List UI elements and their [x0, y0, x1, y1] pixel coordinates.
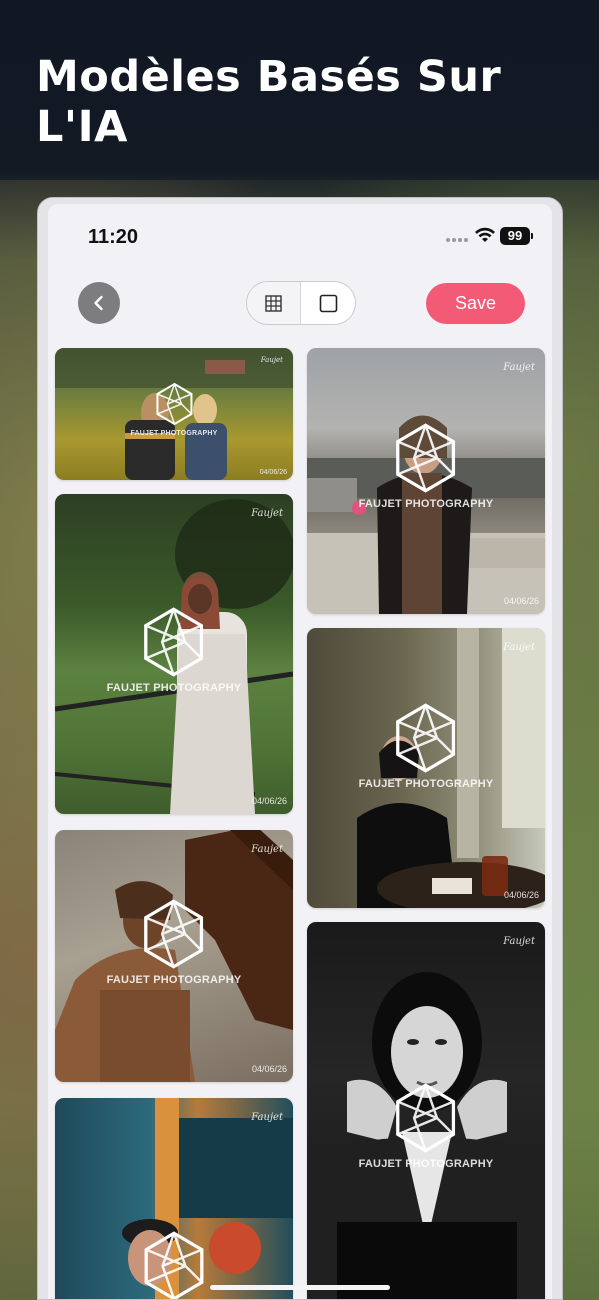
- watermark: FAUJET PHOTOGRAPHY: [107, 606, 242, 694]
- photo-date: 04/06/26: [259, 469, 287, 476]
- home-indicator[interactable]: [210, 1285, 390, 1290]
- page-headline: Modèles Basés Sur L'IA: [36, 52, 502, 152]
- photographer-signature: Faujet: [251, 1112, 283, 1123]
- watermark-text: FAUJET PHOTOGRAPHY: [358, 778, 494, 790]
- phone-screen: 11:20 99 Save FAUJET PHOTOGRAPHY Faujet …: [48, 204, 552, 1299]
- battery-nub: [531, 233, 533, 239]
- cellular-signal-icon: [446, 238, 468, 242]
- photographer-signature: Faujet: [251, 508, 283, 519]
- watermark: [141, 1230, 207, 1299]
- status-bar: 11:20 99: [48, 204, 552, 264]
- watermark: FAUJET PHOTOGRAPHY: [359, 1082, 494, 1170]
- watermark: FAUJET PHOTOGRAPHY: [107, 898, 242, 986]
- grid-icon: [265, 294, 282, 312]
- grid-view-button[interactable]: [247, 282, 302, 324]
- watermark: FAUJET PHOTOGRAPHY: [130, 382, 217, 437]
- photographer-signature: Faujet: [503, 362, 535, 373]
- watermark-logo-icon: [396, 703, 456, 773]
- battery-indicator: 99: [500, 227, 530, 245]
- photo-card[interactable]: FAUJET PHOTOGRAPHY Faujet 04/06/26: [307, 628, 545, 908]
- wifi-icon: [475, 227, 495, 242]
- watermark-text: FAUJET PHOTOGRAPHY: [358, 1158, 494, 1170]
- photo-date: 04/06/26: [503, 596, 539, 606]
- square-icon: [319, 294, 337, 312]
- photographer-signature: Faujet: [251, 844, 283, 855]
- single-view-button[interactable]: [301, 282, 355, 324]
- watermark-logo-icon: [144, 1231, 204, 1299]
- photo-date: 04/06/26: [251, 796, 287, 806]
- photo-card[interactable]: FAUJET PHOTOGRAPHY Faujet 04/06/26: [55, 494, 293, 814]
- watermark-text: FAUJET PHOTOGRAPHY: [106, 974, 242, 986]
- watermark-logo-icon: [155, 382, 192, 426]
- save-button[interactable]: Save: [426, 283, 525, 324]
- watermark-text: FAUJET PHOTOGRAPHY: [106, 682, 242, 694]
- photo-card[interactable]: FAUJET PHOTOGRAPHY Faujet 04/06/26: [307, 348, 545, 614]
- status-time: 11:20: [88, 226, 139, 248]
- watermark-text: FAUJET PHOTOGRAPHY: [358, 498, 494, 510]
- photo-date: 04/06/26: [251, 1064, 287, 1074]
- watermark: FAUJET PHOTOGRAPHY: [359, 702, 494, 790]
- view-mode-toggle: [246, 281, 356, 325]
- photo-card[interactable]: FAUJET PHOTOGRAPHY Faujet 04/06/26: [55, 348, 293, 480]
- watermark: FAUJET PHOTOGRAPHY: [359, 422, 494, 510]
- back-button[interactable]: [78, 282, 120, 324]
- photographer-signature: Faujet: [260, 356, 283, 364]
- photographer-signature: Faujet: [503, 936, 535, 947]
- photo-card[interactable]: Faujet: [55, 1098, 293, 1299]
- photo-date: 04/06/26: [503, 890, 539, 900]
- photographer-signature: Faujet: [503, 642, 535, 653]
- chevron-left-icon: [94, 295, 103, 311]
- photo-card[interactable]: FAUJET PHOTOGRAPHY Faujet: [307, 922, 545, 1299]
- watermark-logo-icon: [144, 899, 204, 969]
- watermark-logo-icon: [396, 423, 456, 493]
- watermark-logo-icon: [144, 607, 204, 677]
- photo-card[interactable]: FAUJET PHOTOGRAPHY Faujet 04/06/26: [55, 830, 293, 1082]
- watermark-logo-icon: [396, 1083, 456, 1153]
- phone-frame: 11:20 99 Save FAUJET PHOTOGRAPHY Faujet …: [37, 197, 563, 1300]
- watermark-text: FAUJET PHOTOGRAPHY: [130, 430, 218, 437]
